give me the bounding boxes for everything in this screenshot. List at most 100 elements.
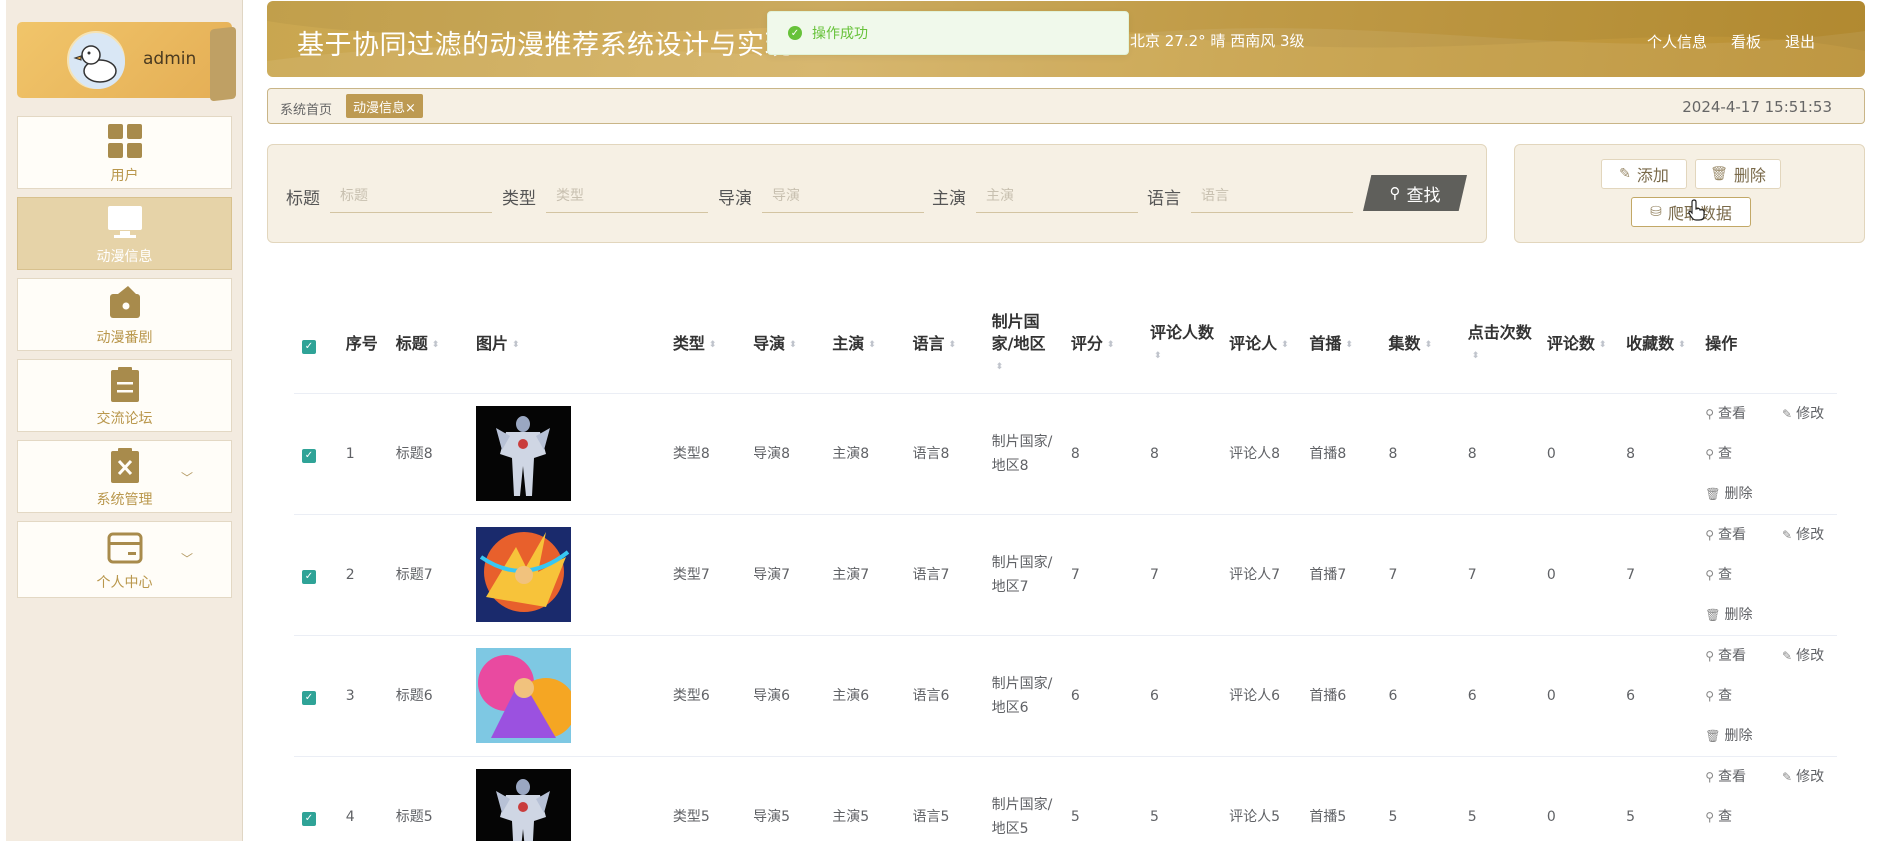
sort-icon[interactable]: ⬍ xyxy=(1107,334,1115,356)
search-icon: ⚲ xyxy=(1705,406,1715,421)
column-header[interactable]: 主演 ⬍ xyxy=(824,296,905,394)
table-row[interactable]: ✓ 2 标题7 类型7 导演7 主演7 语言7 制片国家/地区7 7 7 评论人7 首播7 7 7 0 7 ⚲ 查… xyxy=(294,514,1837,636)
sort-icon[interactable]: ⬍ xyxy=(1345,334,1353,356)
sort-icon[interactable]: ⬍ xyxy=(789,334,797,356)
nav-dashboard-link[interactable]: 看板 xyxy=(1731,31,1761,52)
view-button[interactable]: ⚲ 查看 xyxy=(1705,406,1764,422)
avatar[interactable] xyxy=(67,31,125,89)
column-header[interactable]: 评论人 ⬍ xyxy=(1221,296,1302,394)
column-header[interactable]: 首播 ⬍ xyxy=(1301,296,1381,394)
view-button-2[interactable]: ⚲ 查 xyxy=(1705,446,1750,462)
check-circle-icon: ✓ xyxy=(788,26,802,40)
chevron-down-icon[interactable]: ﹀ xyxy=(181,550,193,567)
column-header[interactable]: 导演 ⬍ xyxy=(745,296,825,394)
column-header[interactable]: 图片 ⬍ xyxy=(467,296,665,394)
view-button[interactable]: ⚲ 查看 xyxy=(1705,648,1764,664)
search-button[interactable]: ⚲ 查找 xyxy=(1363,175,1467,211)
view-label: 查 xyxy=(1718,687,1733,704)
column-header[interactable]: 评论数 ⬍ xyxy=(1538,296,1619,394)
score-cell: 8 xyxy=(1062,393,1142,515)
table-row[interactable]: ✓ 3 标题6 类型6 导演6 主演6 语言6 制片国家/地区6 6 6 评论人6 首播6 6 6 0 6 ⚲ 查… xyxy=(294,635,1837,757)
column-label: 图片 xyxy=(475,334,508,353)
title-cell: 标题8 xyxy=(387,393,468,515)
column-header[interactable]: 语言 ⬍ xyxy=(904,296,984,394)
column-header[interactable]: 集数 ⬍ xyxy=(1380,296,1460,394)
favorites-cell: 8 xyxy=(1618,393,1698,515)
sidebar: admin 用户 动漫信息 动漫番剧 交流论坛 系统管理 ﹀ 个人中心 ﹀ xyxy=(6,0,243,841)
table-row[interactable]: ✓ 4 标题5 类型5 导演5 主演5 语言5 制片国家/地区5 5 5 评论人5 首播5 5 5 0 5 ⚲ 查… xyxy=(294,756,1837,841)
sidebar-item-personal[interactable]: 个人中心 ﹀ xyxy=(17,521,232,598)
title-input[interactable] xyxy=(330,179,492,213)
actor-cell: 主演7 xyxy=(824,514,905,636)
view-button[interactable]: ⚲ 查看 xyxy=(1705,527,1764,543)
column-header[interactable]: 收藏数 ⬍ xyxy=(1618,296,1698,394)
nav-logout-link[interactable]: 退出 xyxy=(1785,31,1815,52)
view-button[interactable]: ⚲ 查看 xyxy=(1705,769,1764,785)
language-input[interactable] xyxy=(1191,179,1353,213)
sort-icon[interactable]: ⬍ xyxy=(709,334,717,356)
country-cell: 制片国家/地区8 xyxy=(983,393,1063,515)
sort-icon[interactable]: ⬍ xyxy=(868,334,876,356)
sort-icon[interactable]: ⬍ xyxy=(432,334,440,356)
sort-icon[interactable]: ⬍ xyxy=(1425,334,1433,356)
sidebar-item-users[interactable]: 用户 xyxy=(17,116,232,189)
chevron-down-icon[interactable]: ﹀ xyxy=(181,469,193,486)
trash-icon: 🗑 xyxy=(1705,486,1721,501)
sort-icon[interactable]: ⬍ xyxy=(948,334,956,356)
sidebar-item-label: 动漫信息 xyxy=(96,248,153,265)
column-header[interactable]: 标题 ⬍ xyxy=(387,296,468,394)
sidebar-item-forum[interactable]: 交流论坛 xyxy=(17,359,232,432)
row-checkbox[interactable]: ✓ xyxy=(302,811,316,826)
close-icon[interactable]: × xyxy=(405,101,416,116)
sidebar-item-anime-series[interactable]: 动漫番剧 xyxy=(17,278,232,351)
edit-button[interactable]: ✎ 修改 xyxy=(1782,648,1837,664)
search-field-type: 类型 xyxy=(502,179,708,213)
actor-input[interactable] xyxy=(976,179,1138,213)
column-header: 序号 xyxy=(337,296,388,394)
sidebar-item-system[interactable]: 系统管理 ﹀ xyxy=(17,440,232,513)
add-button[interactable]: ✎ 添加 xyxy=(1601,159,1687,189)
type-input[interactable] xyxy=(546,179,708,213)
nav-profile-link[interactable]: 个人信息 xyxy=(1647,31,1707,52)
clicks-cell: 7 xyxy=(1459,514,1539,636)
edit-button[interactable]: ✎ 修改 xyxy=(1782,769,1837,785)
row-checkbox[interactable]: ✓ xyxy=(302,690,316,705)
view-label: 查看 xyxy=(1718,526,1747,543)
sort-icon[interactable]: ⬍ xyxy=(1281,334,1289,356)
ops-cell: ⚲查看 ✎修改 ⚲查 🗑删除 xyxy=(1697,514,1837,636)
delete-label: 删除 xyxy=(1724,727,1753,744)
view-button-2[interactable]: ⚲ 查 xyxy=(1705,688,1750,704)
select-all-checkbox[interactable]: ✓ xyxy=(302,340,316,355)
edit-button[interactable]: ✎ 修改 xyxy=(1782,406,1837,422)
pen-icon: ✎ xyxy=(1619,166,1631,182)
column-header[interactable]: 评分 ⬍ xyxy=(1062,296,1142,394)
sort-icon[interactable]: ⬍ xyxy=(1599,334,1607,356)
sort-icon[interactable]: ⬍ xyxy=(996,356,1004,378)
actor-cell: 主演5 xyxy=(824,756,905,841)
view-button-2[interactable]: ⚲ 查 xyxy=(1705,567,1750,583)
table-row[interactable]: ✓ 1 标题8 类型8 导演8 主演8 语言8 制片国家/地区8 8 8 评论人8 首播8 8 8 0 8 ⚲ 查… xyxy=(294,393,1837,515)
row-checkbox[interactable]: ✓ xyxy=(302,569,316,584)
sort-icon[interactable]: ⬍ xyxy=(1678,334,1686,356)
delete-button[interactable]: 🗑 删除 xyxy=(1695,159,1781,189)
episodes-cell: 8 xyxy=(1380,393,1460,515)
column-header[interactable]: 制片国家/地区 ⬍ xyxy=(983,296,1063,394)
sort-icon[interactable]: ⬍ xyxy=(1472,345,1480,367)
row-checkbox[interactable]: ✓ xyxy=(302,448,316,463)
tab-anime-info[interactable]: 动漫信息× xyxy=(346,94,423,118)
view-button-2[interactable]: ⚲ 查 xyxy=(1705,809,1750,825)
breadcrumb-home[interactable]: 系统首页 xyxy=(280,99,332,118)
sidebar-item-anime-info[interactable]: 动漫信息 xyxy=(17,197,232,270)
sort-icon[interactable]: ⬍ xyxy=(1154,345,1162,367)
ops-cell: ⚲查看 ✎修改 ⚲查 🗑删除 xyxy=(1697,635,1837,757)
column-header[interactable]: 点击次数 ⬍ xyxy=(1459,296,1539,394)
card-icon xyxy=(105,528,145,568)
director-input[interactable] xyxy=(762,179,924,213)
edit-button[interactable]: ✎ 修改 xyxy=(1782,527,1837,543)
column-header[interactable]: 评论人数 ⬍ xyxy=(1141,296,1222,394)
delete-row-button[interactable]: 🗑 删除 xyxy=(1705,607,1770,623)
delete-row-button[interactable]: 🗑 删除 xyxy=(1705,486,1770,502)
delete-row-button[interactable]: 🗑 删除 xyxy=(1705,728,1770,744)
sort-icon[interactable]: ⬍ xyxy=(512,334,520,356)
column-header[interactable]: 类型 ⬍ xyxy=(664,296,746,394)
